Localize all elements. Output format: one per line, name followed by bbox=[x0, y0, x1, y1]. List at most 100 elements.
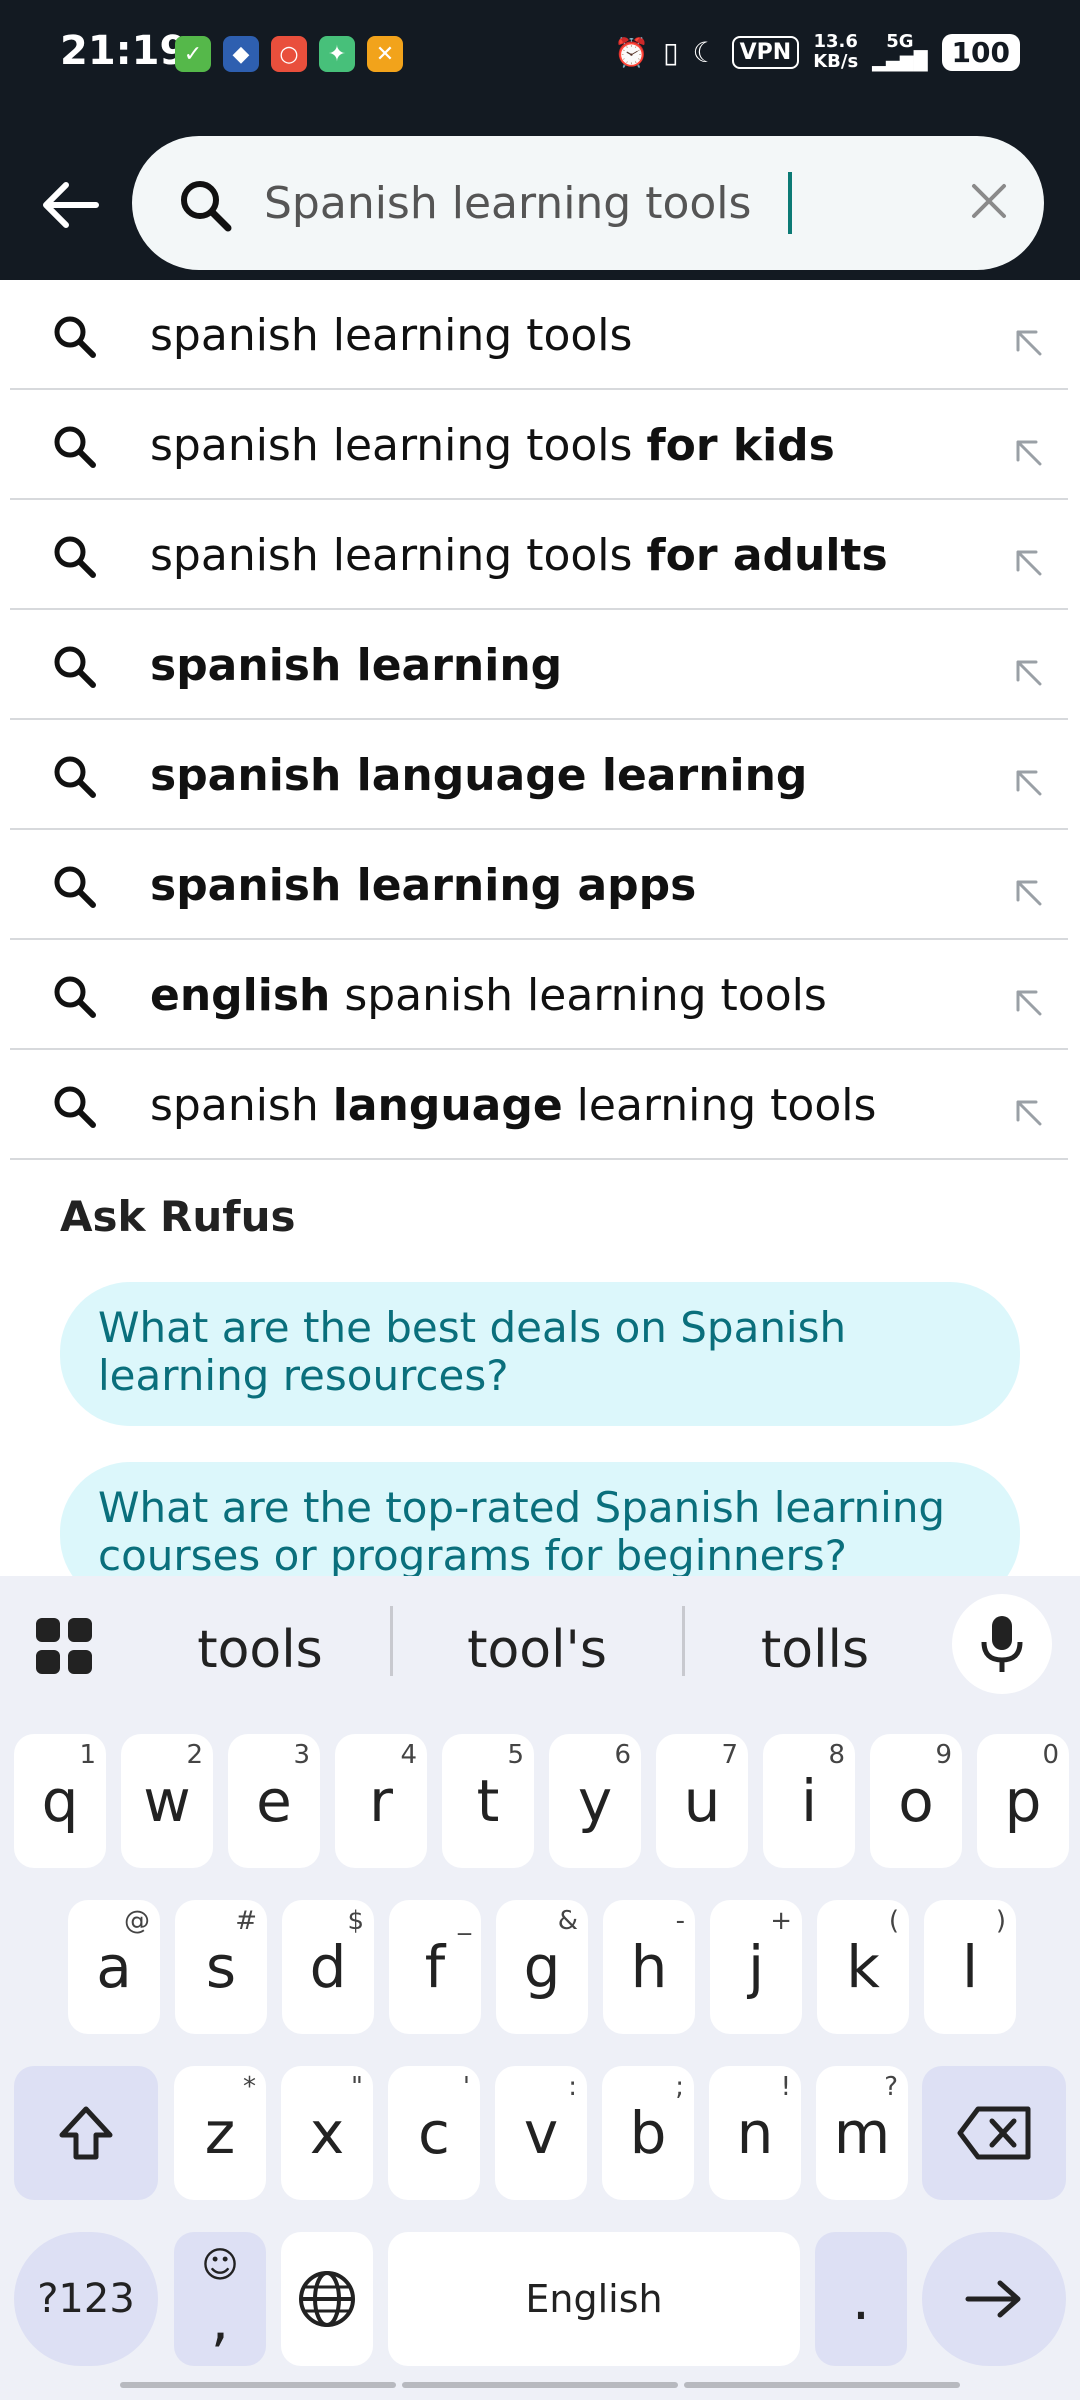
fill-search-arrow-icon[interactable] bbox=[1010, 434, 1048, 472]
apps-grid-icon[interactable] bbox=[34, 1616, 94, 1676]
clear-search-button[interactable] bbox=[964, 176, 1014, 226]
suggestion-row[interactable]: spanish language learning bbox=[10, 720, 1068, 830]
suggestion-row[interactable]: spanish learning apps bbox=[10, 830, 1068, 940]
key-r[interactable]: r4 bbox=[335, 1734, 427, 1868]
key-k[interactable]: k( bbox=[817, 1900, 909, 2034]
suggestion-text: spanish learning tools for adults bbox=[150, 530, 888, 581]
status-time: 21:19 bbox=[60, 28, 188, 74]
key-l[interactable]: l) bbox=[924, 1900, 1016, 2034]
suggestion-text: english spanish learning tools bbox=[150, 970, 827, 1021]
vpn-badge: VPN bbox=[731, 35, 800, 69]
suggestion-text: spanish language learning bbox=[150, 750, 807, 801]
suggestion-highlight: for adults bbox=[646, 530, 888, 581]
comma-emoji-key[interactable]: ☺, bbox=[174, 2232, 266, 2366]
search-icon bbox=[54, 646, 96, 688]
key-n[interactable]: n! bbox=[709, 2066, 801, 2200]
key-label: u bbox=[683, 1767, 721, 1835]
key-hint: ' bbox=[462, 2072, 470, 2102]
search-input[interactable] bbox=[262, 162, 926, 244]
fill-search-arrow-icon[interactable] bbox=[1010, 984, 1048, 1022]
voice-input-button[interactable] bbox=[952, 1594, 1052, 1694]
key-hint: 3 bbox=[293, 1740, 310, 1770]
notification-app-icon: ✕ bbox=[367, 36, 403, 72]
key-t[interactable]: t5 bbox=[442, 1734, 534, 1868]
key-label: j bbox=[747, 1933, 765, 2001]
key-m[interactable]: m? bbox=[816, 2066, 908, 2200]
fill-search-arrow-icon[interactable] bbox=[1010, 874, 1048, 912]
key-label: f bbox=[424, 1933, 446, 2001]
key-label: m bbox=[833, 2099, 891, 2167]
backspace-icon bbox=[957, 2106, 1031, 2160]
suggestion-row[interactable]: english spanish learning tools bbox=[10, 940, 1068, 1050]
suggestion-text: spanish learning tools for kids bbox=[150, 420, 835, 471]
word-suggestion[interactable]: tool's bbox=[412, 1620, 662, 1680]
suggestion-row[interactable]: spanish learning tools for kids bbox=[10, 390, 1068, 500]
suggestion-row[interactable]: spanish learning tools bbox=[10, 280, 1068, 390]
key-label: v bbox=[523, 2099, 559, 2167]
period-key[interactable]: . bbox=[815, 2232, 907, 2366]
suggestion-prefix: spanish learning tools bbox=[150, 420, 647, 471]
key-f[interactable]: f _ bbox=[389, 1900, 481, 2034]
key-s[interactable]: s # bbox=[175, 1900, 267, 2034]
space-key[interactable]: English bbox=[388, 2232, 800, 2366]
symbols-key[interactable]: ?123 bbox=[14, 2232, 158, 2366]
key-hint: _ bbox=[458, 1906, 471, 1936]
fill-search-arrow-icon[interactable] bbox=[1010, 654, 1048, 692]
notification-app-icon: ○ bbox=[271, 36, 307, 72]
key-hint: 9 bbox=[935, 1740, 952, 1770]
word-suggestion[interactable]: tolls bbox=[690, 1620, 940, 1680]
key-e[interactable]: e3 bbox=[228, 1734, 320, 1868]
key-hint: ( bbox=[888, 1906, 899, 1936]
key-p[interactable]: p0 bbox=[977, 1734, 1069, 1868]
notification-app-icon: ✦ bbox=[319, 36, 355, 72]
key-hint: 6 bbox=[614, 1740, 631, 1770]
key-x[interactable]: x " bbox=[281, 2066, 373, 2200]
key-w[interactable]: w2 bbox=[121, 1734, 213, 1868]
fill-search-arrow-icon[interactable] bbox=[1010, 324, 1048, 362]
key-b[interactable]: b; bbox=[602, 2066, 694, 2200]
key-v[interactable]: v: bbox=[495, 2066, 587, 2200]
key-hint: - bbox=[675, 1906, 685, 1936]
suggestion-row[interactable]: spanish learning tools for adults bbox=[10, 500, 1068, 610]
vibrate-icon: ▯ bbox=[663, 35, 679, 69]
backspace-key[interactable] bbox=[922, 2066, 1066, 2200]
word-suggestion[interactable]: tools bbox=[135, 1620, 385, 1680]
key-i[interactable]: i8 bbox=[763, 1734, 855, 1868]
rufus-question-chip[interactable]: What are the best deals on Spanish learn… bbox=[60, 1282, 1020, 1426]
search-icon bbox=[54, 426, 96, 468]
suggestion-row[interactable]: spanish language learning tools bbox=[10, 1050, 1068, 1160]
key-a[interactable]: a @ bbox=[68, 1900, 160, 2034]
suggestion-highlight: english bbox=[150, 970, 331, 1021]
shift-key[interactable] bbox=[14, 2066, 158, 2200]
language-key[interactable] bbox=[281, 2232, 373, 2366]
key-o[interactable]: o9 bbox=[870, 1734, 962, 1868]
suggestion-row[interactable]: spanish learning bbox=[10, 610, 1068, 720]
search-icon bbox=[54, 316, 96, 358]
key-label: d bbox=[309, 1933, 347, 2001]
search-icon bbox=[181, 181, 232, 232]
key-c[interactable]: c ' bbox=[388, 2066, 480, 2200]
key-label: y bbox=[577, 1767, 613, 1835]
search-bar[interactable] bbox=[132, 136, 1044, 270]
key-label: s bbox=[205, 1933, 237, 2001]
key-y[interactable]: y6 bbox=[549, 1734, 641, 1868]
network-speed: 13.6 KB/s bbox=[813, 32, 858, 72]
key-g[interactable]: g & bbox=[496, 1900, 588, 2034]
fill-search-arrow-icon[interactable] bbox=[1010, 764, 1048, 802]
fill-search-arrow-icon[interactable] bbox=[1010, 544, 1048, 582]
key-j[interactable]: j + bbox=[710, 1900, 802, 2034]
ask-rufus-title: Ask Rufus bbox=[60, 1192, 296, 1241]
suggestion-prefix: spanish learning tools bbox=[150, 530, 647, 581]
back-button[interactable] bbox=[30, 170, 110, 240]
key-u[interactable]: u7 bbox=[656, 1734, 748, 1868]
network-type: 5G bbox=[886, 31, 914, 52]
key-z[interactable]: z * bbox=[174, 2066, 266, 2200]
key-label: English bbox=[525, 2277, 663, 2321]
key-d[interactable]: d $ bbox=[282, 1900, 374, 2034]
key-h[interactable]: h- bbox=[603, 1900, 695, 2034]
suggestion-text: spanish learning bbox=[150, 640, 562, 691]
fill-search-arrow-icon[interactable] bbox=[1010, 1094, 1048, 1132]
key-q[interactable]: q1 bbox=[14, 1734, 106, 1868]
suggestion-highlight: language bbox=[332, 1080, 563, 1131]
search-enter-key[interactable] bbox=[922, 2232, 1066, 2366]
